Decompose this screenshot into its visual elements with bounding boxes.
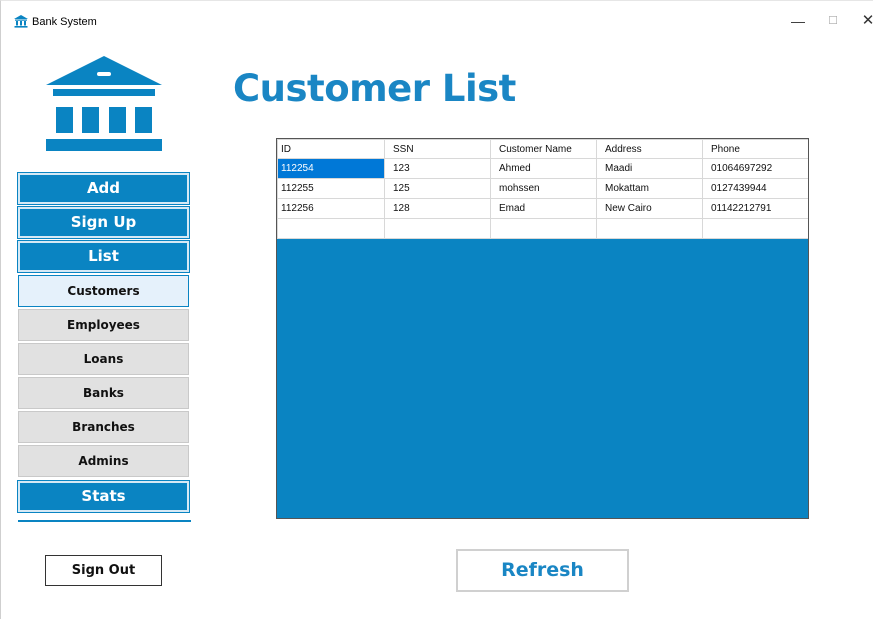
- close-button[interactable]: ✕: [856, 11, 874, 31]
- add-button[interactable]: Add: [17, 172, 190, 205]
- table-row[interactable]: 112256 128 Emad New Cairo 01142212791: [277, 198, 808, 219]
- employees-button[interactable]: Employees: [18, 309, 189, 341]
- admins-button[interactable]: Admins: [18, 445, 189, 477]
- table-cell[interactable]: [490, 218, 597, 239]
- sign-up-button[interactable]: Sign Up: [17, 206, 190, 239]
- table-cell[interactable]: 125: [384, 178, 491, 199]
- sidebar-divider: [18, 520, 191, 522]
- table-cell[interactable]: 0127439944: [702, 178, 808, 199]
- table-cell[interactable]: 112255: [277, 178, 385, 199]
- table-header-row: ID SSN Customer Name Address Phone: [277, 139, 808, 159]
- column-header-phone[interactable]: Phone: [702, 139, 808, 159]
- title-bar: Bank System — ☐ ✕: [1, 1, 874, 35]
- column-header-customer-name[interactable]: Customer Name: [490, 139, 597, 159]
- banks-button[interactable]: Banks: [18, 377, 189, 409]
- table-cell[interactable]: mohssen: [490, 178, 597, 199]
- table-cell[interactable]: 128: [384, 198, 491, 219]
- refresh-button[interactable]: Refresh: [456, 549, 629, 592]
- table-cell[interactable]: Emad: [490, 198, 597, 219]
- table-cell[interactable]: Maadi: [596, 158, 703, 179]
- table-cell[interactable]: [596, 218, 703, 239]
- minimize-button[interactable]: —: [786, 11, 810, 31]
- table-cell[interactable]: Ahmed: [490, 158, 597, 179]
- list-button[interactable]: List: [17, 240, 190, 273]
- maximize-button[interactable]: ☐: [821, 11, 845, 31]
- table-cell[interactable]: 01142212791: [702, 198, 808, 219]
- table-cell[interactable]: 112254: [277, 158, 385, 179]
- customer-table[interactable]: ID SSN Customer Name Address Phone 11225…: [276, 138, 809, 519]
- table-cell[interactable]: 112256: [277, 198, 385, 219]
- table-new-row[interactable]: [277, 218, 808, 239]
- table-cell[interactable]: 01064697292: [702, 158, 808, 179]
- table-row[interactable]: 112255 125 mohssen Mokattam 0127439944: [277, 178, 808, 199]
- customers-button[interactable]: Customers: [18, 275, 189, 307]
- column-header-ssn[interactable]: SSN: [384, 139, 491, 159]
- column-header-id[interactable]: ID: [277, 139, 385, 159]
- table-cell[interactable]: [277, 218, 385, 239]
- bank-logo: [46, 56, 162, 151]
- table-cell[interactable]: [702, 218, 808, 239]
- column-header-address[interactable]: Address: [596, 139, 703, 159]
- table-cell[interactable]: 123: [384, 158, 491, 179]
- branches-button[interactable]: Branches: [18, 411, 189, 443]
- table-cell[interactable]: New Cairo: [596, 198, 703, 219]
- window-title: Bank System: [32, 16, 97, 28]
- table-cell[interactable]: [384, 218, 491, 239]
- app-window: Bank System — ☐ ✕ Customer List Add Sign…: [0, 0, 874, 619]
- table-cell[interactable]: Mokattam: [596, 178, 703, 199]
- stats-button[interactable]: Stats: [17, 480, 190, 513]
- table-row[interactable]: 112254 123 Ahmed Maadi 01064697292: [277, 158, 808, 179]
- page-title: Customer List: [233, 67, 516, 110]
- loans-button[interactable]: Loans: [18, 343, 189, 375]
- sign-out-button[interactable]: Sign Out: [45, 555, 162, 586]
- bank-icon: [14, 15, 28, 28]
